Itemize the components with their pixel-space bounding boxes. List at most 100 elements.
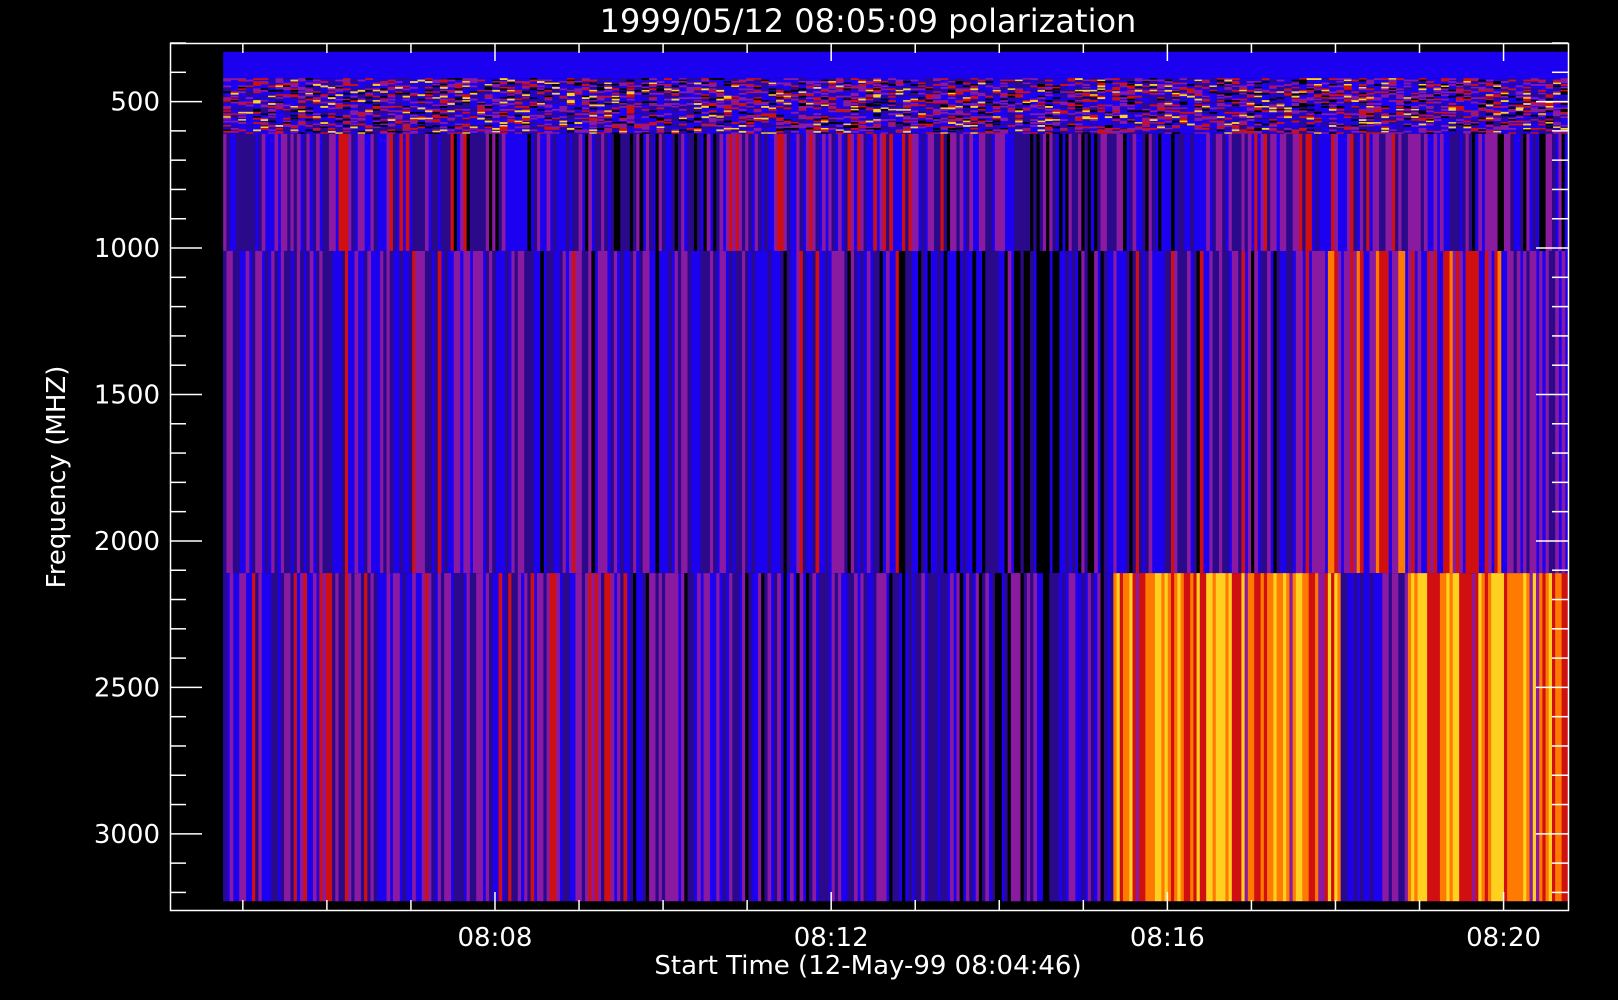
streak <box>1311 133 1316 251</box>
fine-cell <box>589 114 598 117</box>
streak <box>1401 573 1406 902</box>
fine-cell <box>1328 122 1337 124</box>
fine-cell <box>1000 88 1009 91</box>
streak <box>626 133 631 251</box>
fine-cell <box>843 104 852 107</box>
streak <box>1254 250 1258 574</box>
fine-cell <box>1485 89 1494 92</box>
fine-cell <box>432 111 441 114</box>
fine-cell <box>1149 110 1158 113</box>
fine-cell <box>1381 107 1390 110</box>
streak <box>812 573 817 902</box>
fine-cell <box>798 120 807 123</box>
fine-cell <box>1470 114 1479 117</box>
fine-cell <box>1493 97 1502 100</box>
streak <box>623 133 628 251</box>
fine-cell <box>708 110 717 113</box>
streak <box>722 573 727 902</box>
fine-cell <box>424 126 433 129</box>
fine-cell <box>1134 114 1143 117</box>
fine-cell <box>940 108 949 111</box>
streak <box>591 250 596 574</box>
fine-cell <box>649 107 657 110</box>
fine-cell <box>312 92 321 95</box>
fine-cell <box>1388 84 1397 86</box>
fine-cell <box>634 89 643 92</box>
streak <box>741 133 746 251</box>
fine-cell <box>223 91 232 94</box>
fine-cell <box>835 85 844 88</box>
fine-cell <box>260 127 269 130</box>
fine-cell <box>1186 117 1195 120</box>
streak <box>549 573 554 902</box>
fine-cell <box>1500 116 1509 119</box>
streak <box>1497 250 1502 574</box>
fine-cell <box>731 129 740 132</box>
fine-cell <box>895 130 904 133</box>
fine-cell <box>551 127 560 130</box>
fine-cell <box>1523 82 1532 85</box>
fine-cell <box>850 117 859 120</box>
streak <box>690 133 695 251</box>
fine-cell <box>611 127 620 130</box>
fine-cell <box>962 82 971 85</box>
streak <box>1430 133 1435 251</box>
fine-cell <box>469 127 478 130</box>
streak <box>1161 133 1166 251</box>
fine-cell <box>1403 82 1412 85</box>
fine-cell <box>245 101 254 104</box>
streak <box>226 133 231 251</box>
fine-cell <box>1478 108 1487 111</box>
fine-cell <box>783 122 792 124</box>
fine-cell <box>1254 123 1263 126</box>
fine-cell <box>813 84 822 86</box>
fine-cell <box>1269 91 1278 94</box>
fine-cell <box>1500 86 1509 89</box>
fine-cell <box>910 126 919 129</box>
streak <box>773 573 778 902</box>
x-tick-label: 08:20 <box>1466 923 1541 953</box>
streak <box>994 250 999 574</box>
fine-cell <box>335 117 344 120</box>
fine-cell <box>888 84 897 86</box>
fine-cell <box>925 117 934 120</box>
fine-cell <box>1500 81 1509 83</box>
streak <box>1170 133 1175 251</box>
fine-cell <box>424 94 433 97</box>
fine-cell <box>342 100 351 102</box>
streak <box>1062 573 1066 902</box>
fine-cell <box>1500 105 1509 108</box>
fine-cell <box>746 88 755 91</box>
fine-cell <box>1343 123 1352 126</box>
fine-cell <box>1523 129 1532 132</box>
streak <box>937 250 941 574</box>
fine-cell <box>1239 101 1248 104</box>
fine-cell <box>1134 123 1143 126</box>
fine-cell <box>619 92 628 95</box>
streak <box>1334 133 1338 251</box>
streak <box>620 250 624 574</box>
fine-cell <box>903 101 911 104</box>
streak <box>703 133 708 251</box>
streak <box>767 250 772 574</box>
streak <box>517 573 522 902</box>
fine-cell <box>350 129 359 132</box>
streak <box>1561 573 1566 902</box>
fine-cell <box>447 98 456 101</box>
streak <box>959 133 964 251</box>
fine-cell <box>514 110 523 113</box>
streak <box>1219 573 1223 902</box>
streak <box>517 250 522 574</box>
fine-cell <box>305 129 314 132</box>
fine-cell <box>290 89 299 92</box>
streak <box>300 250 304 574</box>
streak <box>1055 573 1060 902</box>
fine-cell <box>925 103 934 105</box>
fine-cell <box>402 78 411 81</box>
streak <box>914 573 919 902</box>
fine-cell <box>1172 98 1180 101</box>
streak <box>364 250 368 574</box>
fine-cell <box>1523 110 1532 113</box>
fine-cell <box>634 103 643 105</box>
fine-cell <box>1007 104 1016 107</box>
